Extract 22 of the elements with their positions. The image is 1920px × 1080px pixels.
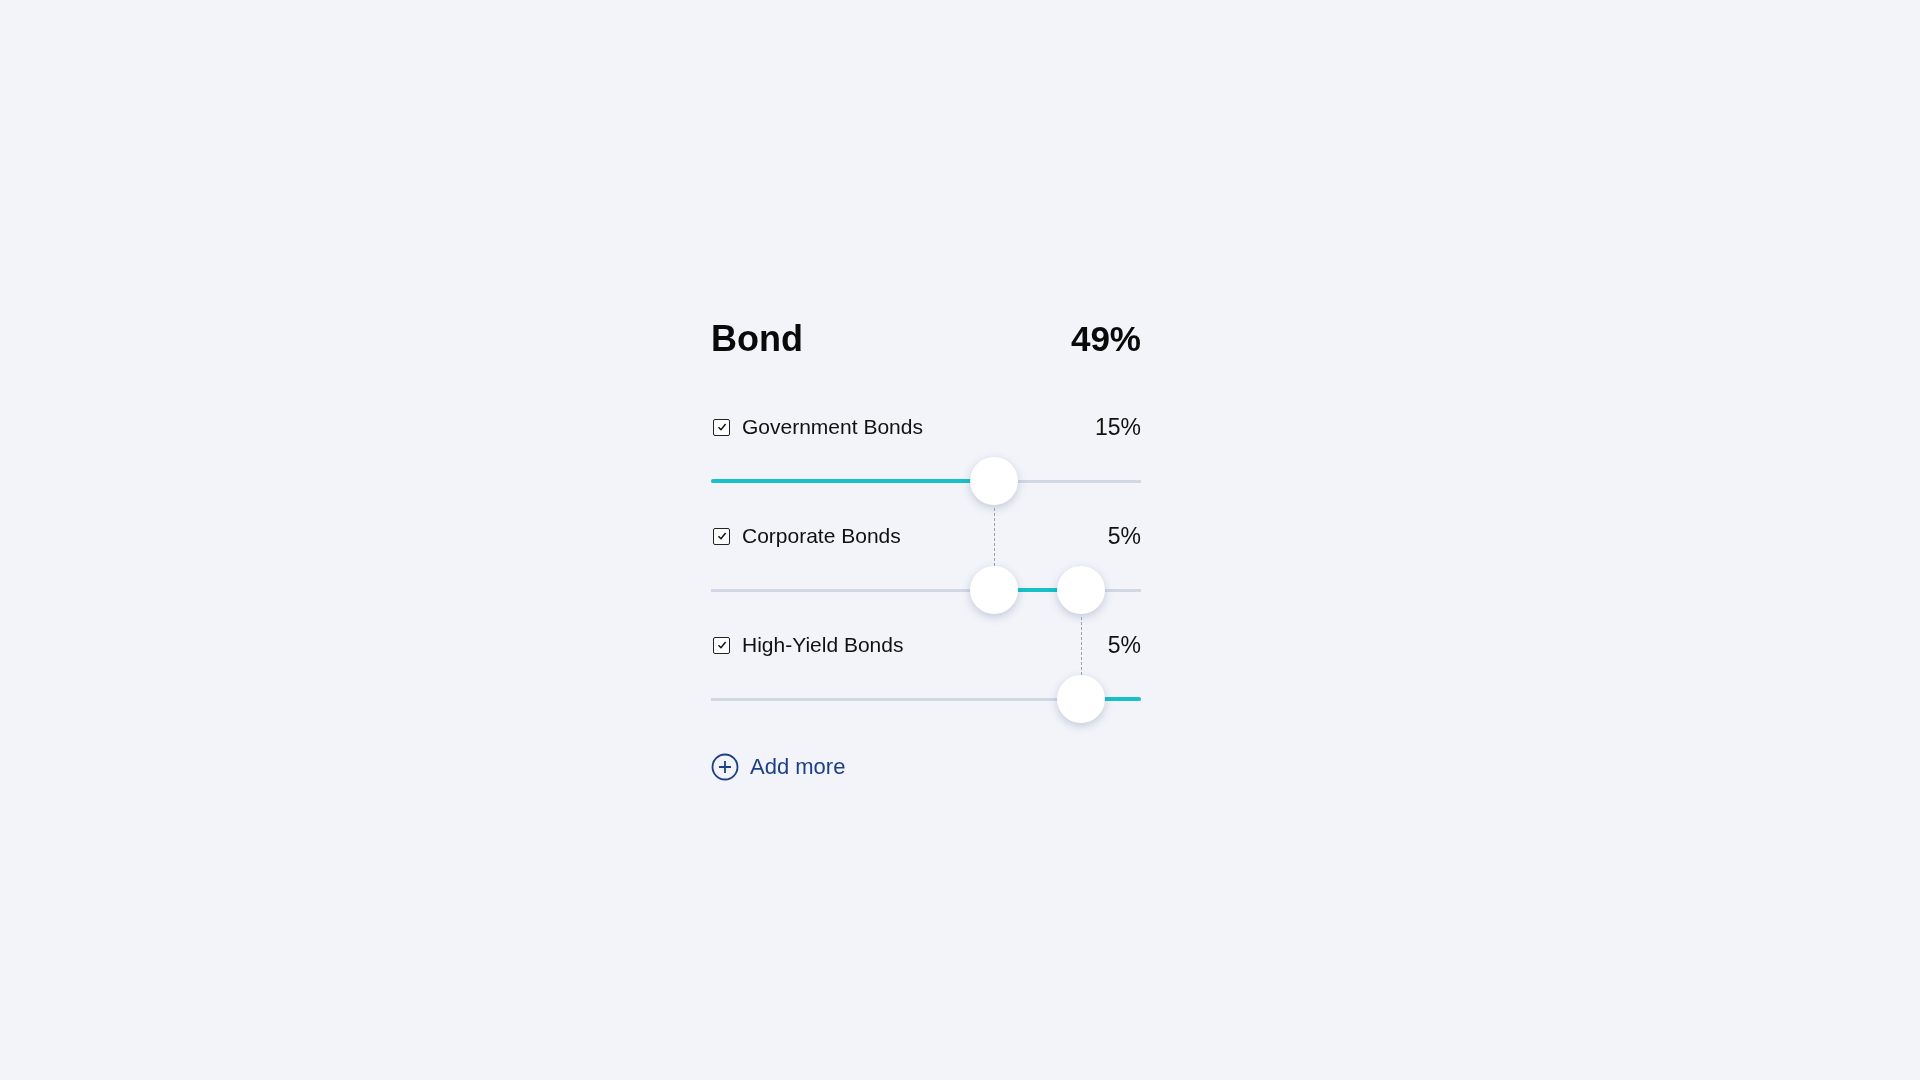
allocation-label: Government Bonds xyxy=(742,415,924,439)
slider-handle[interactable] xyxy=(1056,566,1105,614)
plus-circle-icon xyxy=(711,753,739,781)
slider-handle[interactable] xyxy=(969,566,1018,614)
check-icon xyxy=(715,530,728,542)
allocation-percent: 5% xyxy=(1107,522,1141,550)
checkbox[interactable] xyxy=(713,636,730,654)
allocation-label: Corporate Bonds xyxy=(742,524,902,548)
allocation-percent: 5% xyxy=(1107,631,1141,659)
section-title: Bond xyxy=(711,318,803,360)
total-percent: 49% xyxy=(1070,319,1141,359)
check-icon xyxy=(715,421,728,433)
allocation-percent: 15% xyxy=(1094,413,1141,441)
leader-line xyxy=(993,508,995,566)
allocation-label: High-Yield Bonds xyxy=(742,633,905,657)
leader-line xyxy=(1080,617,1082,675)
slider-handle[interactable] xyxy=(1056,675,1105,723)
checkbox[interactable] xyxy=(713,527,730,545)
add-more-link[interactable]: Add more xyxy=(711,752,846,782)
checkbox[interactable] xyxy=(713,418,730,436)
slider-handle[interactable] xyxy=(969,457,1018,505)
check-icon xyxy=(715,639,728,651)
